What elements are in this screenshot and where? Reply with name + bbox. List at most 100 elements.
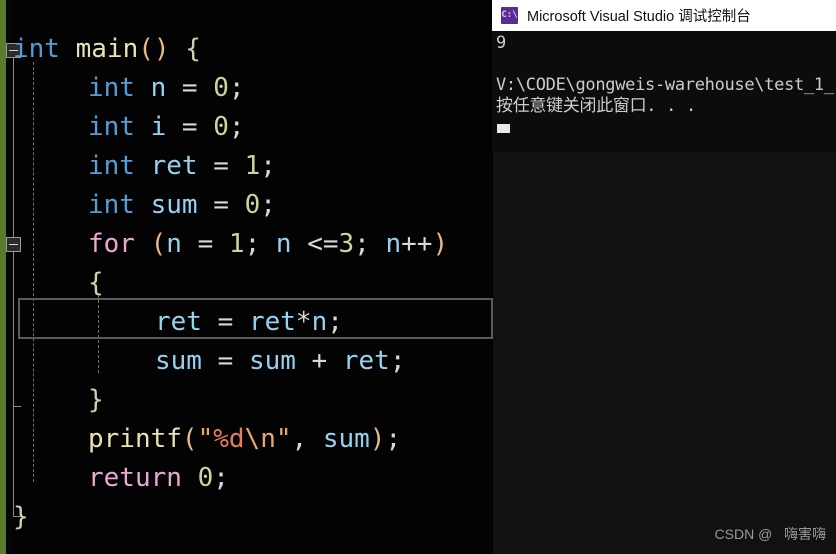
console-text-cursor [497, 124, 510, 133]
code-token: ret [248, 307, 296, 337]
code-token: = [197, 151, 245, 181]
code-text-layer[interactable]: int main() { int n = 0; int i = 0; int r… [0, 0, 493, 554]
code-token: int [88, 190, 135, 220]
code-token: ; [260, 151, 276, 181]
code-token: { [185, 34, 201, 64]
code-line-2[interactable]: int n = 0; [88, 69, 245, 108]
console-title-label: Microsoft Visual Studio 调试控制台 [527, 9, 751, 25]
code-token: n [166, 229, 182, 259]
code-token: = [201, 307, 249, 337]
code-token: ; [385, 424, 402, 454]
code-editor[interactable]: int main() { int n = 0; int i = 0; int r… [0, 0, 493, 554]
code-token: ) [153, 34, 170, 64]
code-token: " [197, 424, 214, 454]
code-line-6[interactable]: for (n = 1; n <=3; n++) [88, 225, 448, 264]
code-token: main [75, 34, 139, 64]
code-token: } [88, 385, 104, 415]
code-token: n [311, 307, 328, 337]
code-token: ) [432, 229, 449, 259]
code-token: 0 [197, 463, 214, 493]
csdn-watermark: CSDN @ 嗨害嗨 [714, 526, 826, 542]
console-window-icon: C:\ [501, 7, 518, 24]
code-token: return [88, 463, 182, 493]
code-line-7[interactable]: { [88, 264, 104, 303]
console-output-line-4: 按任意键关闭此窗口. . . [496, 96, 696, 116]
code-token: int [88, 112, 135, 142]
code-line-12[interactable]: return 0; [88, 459, 229, 498]
code-token: ret [150, 151, 198, 181]
console-output-line-3: V:\CODE\gongweis-warehouse\test_1_ [496, 75, 834, 95]
code-token: = [181, 229, 229, 259]
code-token: <= [307, 229, 339, 259]
code-token: 0 [213, 112, 229, 142]
code-line-9[interactable]: sum = sum + ret; [155, 342, 406, 381]
code-token: = [166, 73, 214, 103]
code-token: int [13, 34, 60, 64]
code-line-13[interactable]: } [13, 498, 29, 537]
code-token: = [201, 346, 249, 376]
code-token: + [295, 346, 343, 376]
code-token: ret [155, 307, 202, 337]
code-token: sum [322, 424, 370, 454]
code-token: ; [389, 346, 406, 376]
code-token: ( [181, 424, 198, 454]
code-token: sum [155, 346, 202, 376]
console-output-area[interactable]: 9 V:\CODE\gongweis-warehouse\test_1_ 按任意… [492, 31, 836, 152]
code-token: ( [138, 34, 154, 64]
code-token: ; [327, 307, 343, 337]
code-token: ( [150, 229, 167, 259]
code-token: ++ [401, 229, 433, 259]
code-line-4[interactable]: int ret = 1; [88, 147, 276, 186]
code-token: , [291, 424, 323, 454]
code-token: ; [244, 229, 276, 259]
code-token: ; [260, 190, 276, 220]
code-token: ) [369, 424, 386, 454]
code-token: %d [213, 424, 245, 454]
console-output-line-1: 9 [496, 33, 506, 53]
code-line-5[interactable]: int sum = 0; [88, 186, 276, 225]
code-token: 0 [244, 190, 261, 220]
code-token: } [13, 502, 29, 532]
code-token: * [295, 307, 312, 337]
console-title-bar[interactable]: C:\ Microsoft Visual Studio 调试控制台 [492, 0, 836, 31]
code-token: = [197, 190, 245, 220]
code-line-1[interactable]: int main() { [13, 30, 201, 69]
code-token: ; [228, 112, 245, 142]
code-token: 1 [244, 151, 261, 181]
code-token: \n [244, 424, 276, 454]
code-line-10[interactable]: } [88, 381, 104, 420]
app-root: int main() { int n = 0; int i = 0; int r… [0, 0, 836, 554]
code-token: 1 [228, 229, 245, 259]
code-token: " [275, 424, 292, 454]
console-icon-glyph: C:\ [501, 10, 518, 20]
debug-console-window[interactable]: C:\ Microsoft Visual Studio 调试控制台 9 V:\C… [492, 0, 836, 152]
code-token: int [88, 151, 135, 181]
code-token: int [88, 73, 135, 103]
code-token: n [150, 73, 167, 103]
code-line-11[interactable]: printf("%d\n", sum); [88, 420, 401, 459]
code-line-3[interactable]: int i = 0; [88, 108, 245, 147]
code-line-8[interactable]: ret = ret*n; [155, 303, 343, 342]
code-token: n [275, 229, 292, 259]
code-token: ; [213, 463, 229, 493]
code-token: i [150, 112, 167, 142]
code-token: sum [150, 190, 198, 220]
code-token: { [88, 268, 104, 298]
code-token: n [385, 229, 402, 259]
code-token: = [166, 112, 214, 142]
code-token: printf [88, 424, 182, 454]
code-token: 0 [213, 73, 229, 103]
code-token: ret [342, 346, 390, 376]
code-token: ; [228, 73, 245, 103]
code-token: for [88, 229, 135, 259]
code-token: 3 [338, 229, 355, 259]
